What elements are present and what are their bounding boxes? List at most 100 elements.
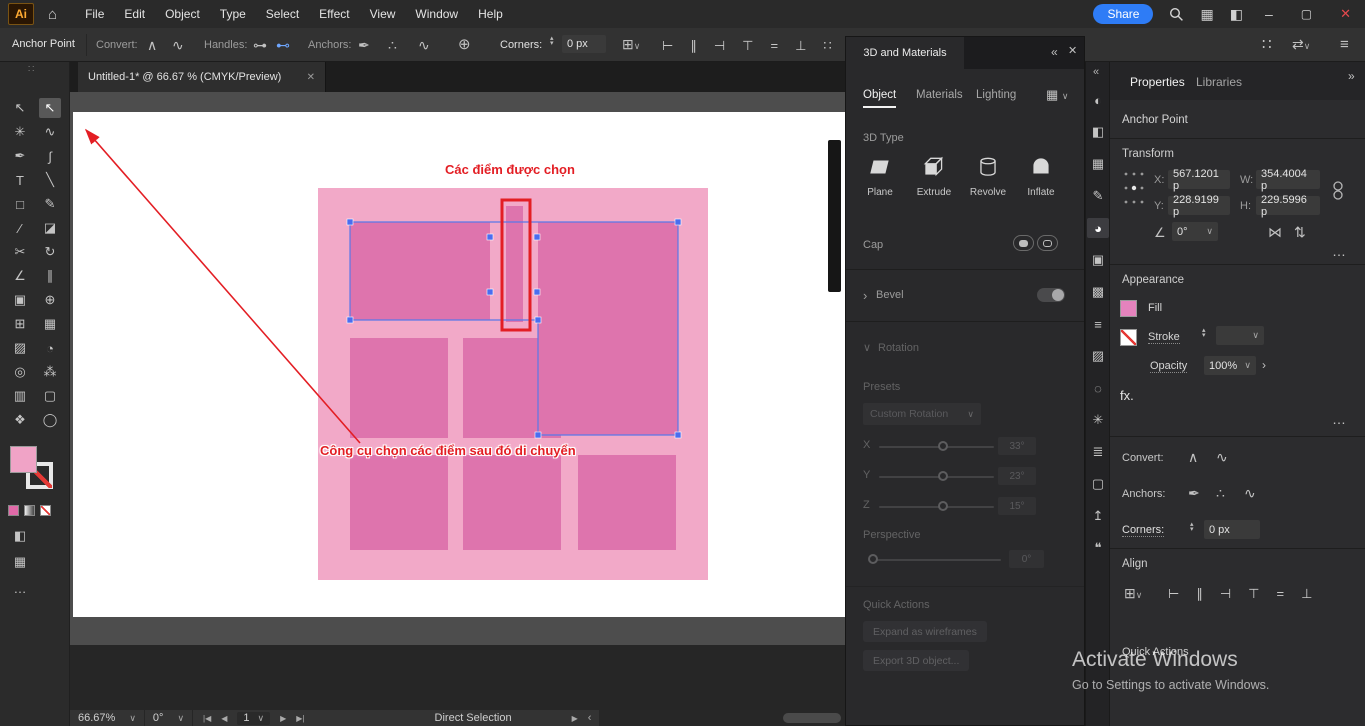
props-align-right-icon[interactable]: ⊣ xyxy=(1220,586,1231,602)
w-input[interactable]: 354.4004 p xyxy=(1256,170,1320,189)
panel-icon-graphic-styles[interactable]: ▩ xyxy=(1087,282,1109,302)
cap-on-button[interactable] xyxy=(1013,235,1034,251)
search-icon[interactable] xyxy=(1169,7,1184,22)
canvas-area[interactable]: Các điểm được chọn Công cụ chọn các điểm… xyxy=(70,92,845,710)
panel-icon-comments[interactable]: ❝ xyxy=(1087,538,1109,558)
flip-vertical-icon[interactable]: ⇅ xyxy=(1294,225,1306,239)
horizontal-scrollbar-thumb[interactable] xyxy=(783,713,841,723)
tools-drag-handle[interactable]: ∷ xyxy=(28,64,34,75)
app-logo[interactable]: Ai xyxy=(8,3,34,25)
selection-tool[interactable]: ↖ xyxy=(9,98,31,118)
3d-type-plane[interactable]: Plane xyxy=(858,154,902,198)
align-left-icon[interactable]: ⊢ xyxy=(662,38,673,54)
props-anchor-points-icon[interactable]: ∴ xyxy=(1216,486,1225,500)
remove-anchor-icon[interactable]: ✒ xyxy=(358,38,370,52)
connect-anchors-icon[interactable]: ∿ xyxy=(418,38,430,52)
panel-icon-transparency[interactable]: ◌ xyxy=(1087,378,1109,398)
menu-item-window[interactable]: Window xyxy=(405,7,468,21)
slider-z-track[interactable] xyxy=(879,506,994,508)
stroke-weight-stepper[interactable]: ▴▾ xyxy=(1202,328,1206,338)
snap-options-icon[interactable]: ⊞∨ xyxy=(622,37,640,51)
menu-item-help[interactable]: Help xyxy=(468,7,513,21)
toolbar-more-button[interactable]: … xyxy=(9,578,31,598)
perspective-knob[interactable] xyxy=(868,554,878,564)
menu-item-edit[interactable]: Edit xyxy=(114,7,155,21)
artwork-rect-mid-left[interactable] xyxy=(350,338,448,438)
strip-expand-icon[interactable]: « xyxy=(1093,66,1099,78)
panel-3d-tab[interactable]: 3D and Materials xyxy=(846,37,964,69)
panel-icon-gradient[interactable]: ▨ xyxy=(1087,346,1109,366)
hand-tool[interactable]: ❖ xyxy=(9,410,31,430)
properties-collapse-icon[interactable]: » xyxy=(1348,70,1355,82)
panel-icon-3d-and-materials[interactable]: ◕ xyxy=(1087,218,1109,238)
menu-item-effect[interactable]: Effect xyxy=(309,7,359,21)
bevel-toggle[interactable] xyxy=(1037,288,1065,302)
draw-mode-button[interactable]: ◧ xyxy=(9,526,31,546)
opacity-label[interactable]: Opacity xyxy=(1150,360,1187,373)
mesh-tool[interactable]: ▦ xyxy=(39,314,61,334)
props-corners-input[interactable]: 0 px xyxy=(1204,520,1260,539)
angle-dropdown[interactable]: 0° ∨ xyxy=(1172,222,1218,241)
panel-icon-swatches[interactable]: ▦ xyxy=(1087,154,1109,174)
align-right-icon[interactable]: ⊣ xyxy=(714,38,725,54)
slider-z-value[interactable]: 15° xyxy=(998,497,1036,515)
reference-point-grid[interactable] xyxy=(1122,168,1146,208)
free-transform-tool[interactable]: ▣ xyxy=(9,290,31,310)
horizontal-scrollbar[interactable] xyxy=(599,710,845,726)
close-button[interactable]: ✕ xyxy=(1334,6,1357,22)
panel-icon-asset-export[interactable]: ↥ xyxy=(1087,506,1109,526)
workspace-switcher-icon[interactable]: ◧ xyxy=(1230,6,1243,23)
props-align-left-icon[interactable]: ⊢ xyxy=(1168,586,1179,602)
tab-properties[interactable]: Properties xyxy=(1130,75,1185,89)
lasso-tool[interactable]: ∿ xyxy=(39,122,61,142)
next-artboard-icon[interactable]: ▶ xyxy=(280,714,286,723)
status-collapse-icon[interactable]: ‹ xyxy=(588,712,592,724)
panel-icon-layers[interactable]: ≣ xyxy=(1087,442,1109,462)
convert-smooth-icon[interactable]: ∿ xyxy=(172,38,184,52)
props-corners-stepper[interactable]: ▴▾ xyxy=(1190,522,1194,532)
flip-horizontal-icon[interactable]: ⋈ xyxy=(1268,225,1282,239)
curvature-tool[interactable]: ∫ xyxy=(39,146,61,166)
tab-libraries[interactable]: Libraries xyxy=(1196,75,1242,89)
tab-object[interactable]: Object xyxy=(863,89,896,108)
artwork-rect-selected-left[interactable] xyxy=(350,222,490,320)
tab-materials[interactable]: Materials xyxy=(916,89,963,101)
presets-dropdown[interactable]: Custom Rotation ∨ xyxy=(863,403,981,425)
zoom-dropdown[interactable]: 66.67% ∨ xyxy=(70,710,145,726)
perspective-track[interactable] xyxy=(871,559,1001,561)
control-menu-icon[interactable]: ≡ xyxy=(1340,37,1349,52)
workspace-icon[interactable]: ⇄∨ xyxy=(1292,37,1310,51)
props-align-bottom-icon[interactable]: ⊥ xyxy=(1301,586,1312,602)
render-settings-icon[interactable]: ▦ ∨ xyxy=(1046,88,1069,101)
align-bottom-icon[interactable]: ⊥ xyxy=(795,38,806,54)
transform-grid-icon[interactable]: ∷ xyxy=(1262,37,1272,52)
props-convert-smooth-icon[interactable]: ∿ xyxy=(1216,450,1228,464)
pencil-tool[interactable]: ∕ xyxy=(9,218,31,238)
color-mode-gradient[interactable] xyxy=(24,505,35,516)
color-mode-color[interactable] xyxy=(8,505,19,516)
slider-z-knob[interactable] xyxy=(938,501,948,511)
rotation-chevron-icon[interactable]: ∨ xyxy=(863,343,871,354)
align-hcenter-icon[interactable]: ∥ xyxy=(690,38,697,54)
transform-more-icon[interactable]: … xyxy=(1332,244,1346,258)
prev-artboard-icon[interactable]: ◀ xyxy=(221,714,227,723)
export-3d-object-button[interactable]: Export 3D object... xyxy=(863,650,969,671)
props-align-vcenter-icon[interactable]: = xyxy=(1276,586,1284,602)
menu-item-view[interactable]: View xyxy=(360,7,406,21)
3d-type-inflate[interactable]: Inflate xyxy=(1018,154,1064,198)
artwork-rect-mid-center[interactable] xyxy=(463,338,561,438)
fill-label[interactable]: Fill xyxy=(1148,302,1162,314)
last-artboard-icon[interactable]: ▶| xyxy=(296,714,304,723)
link-dimensions-icon[interactable] xyxy=(1330,180,1346,202)
perspective-grid-tool[interactable]: ⊞ xyxy=(9,314,31,334)
paintbrush-tool[interactable]: ✎ xyxy=(39,194,61,214)
first-artboard-icon[interactable]: |◀ xyxy=(203,714,211,723)
artwork-rect-strip[interactable] xyxy=(506,206,523,322)
panel-icon-artboards[interactable]: ▢ xyxy=(1087,474,1109,494)
y-input[interactable]: 228.9199 p xyxy=(1168,196,1230,215)
pen-tool[interactable]: ✒ xyxy=(9,146,31,166)
magic-wand-tool[interactable]: ✳ xyxy=(9,122,31,142)
rectangle-tool[interactable]: □ xyxy=(9,194,31,214)
artwork-rect-bottom-left[interactable] xyxy=(350,455,448,550)
direct-selection-tool[interactable]: ↖ xyxy=(39,98,61,118)
